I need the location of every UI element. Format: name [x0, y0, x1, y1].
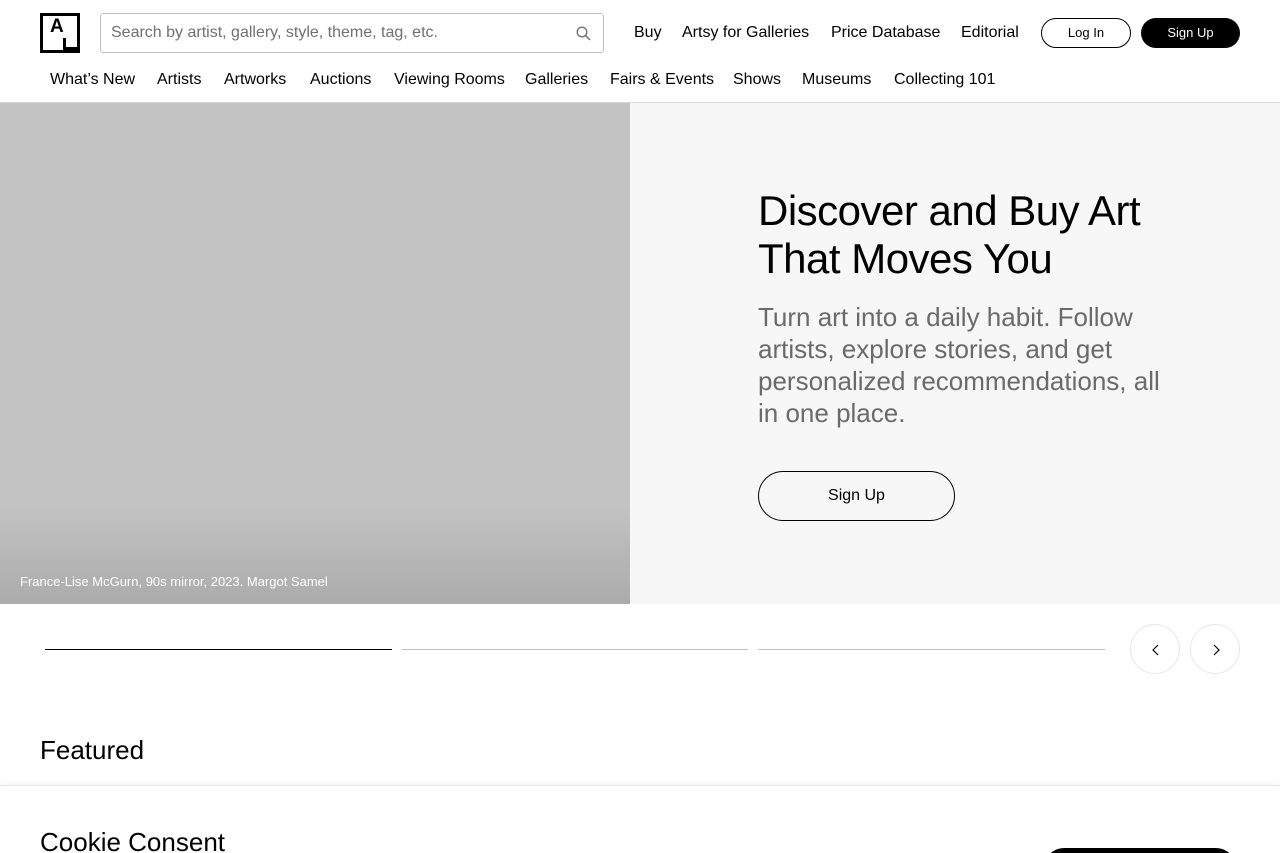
carousel-progress-2[interactable]: [402, 649, 748, 650]
subnav-artworks[interactable]: Artworks: [224, 69, 286, 91]
subnav-viewing-rooms[interactable]: Viewing Rooms: [394, 69, 505, 91]
nav-artsy-for-galleries[interactable]: Artsy for Galleries: [682, 22, 809, 44]
carousel-progress-3[interactable]: [758, 649, 1105, 650]
carousel-progress-1[interactable]: [45, 649, 392, 650]
subnav-whats-new[interactable]: What’s New: [50, 69, 135, 91]
logo-mark-horizontal: [63, 47, 77, 50]
subnav-museums[interactable]: Museums: [802, 69, 871, 91]
cookie-accept-button[interactable]: [1044, 848, 1236, 853]
search-input[interactable]: [111, 14, 561, 52]
featured-heading: Featured: [40, 735, 145, 765]
cookie-consent-banner: Cookie Consent: [0, 785, 1280, 853]
subnav-shows[interactable]: Shows: [733, 69, 781, 91]
carousel-prev-button[interactable]: [1130, 624, 1180, 674]
nav-editorial[interactable]: Editorial: [961, 22, 1019, 44]
chevron-left-icon: [1152, 644, 1159, 656]
hero-text-panel: Discover and Buy Art That Moves You Turn…: [630, 103, 1280, 604]
subnav-collecting-101[interactable]: Collecting 101: [894, 69, 995, 91]
login-button[interactable]: Log In: [1041, 18, 1131, 48]
carousel-next-button[interactable]: [1190, 624, 1240, 674]
search-bar[interactable]: [100, 13, 604, 53]
cookie-consent-title: Cookie Consent: [40, 827, 225, 853]
hero-artwork-image[interactable]: France-Lise McGurn, 90s mirror, 2023. Ma…: [0, 103, 630, 604]
search-icon[interactable]: [575, 25, 593, 43]
hero-title: Discover and Buy Art That Moves You: [758, 187, 1141, 282]
nav-price-database[interactable]: Price Database: [831, 22, 940, 44]
subnav-galleries[interactable]: Galleries: [525, 69, 588, 91]
hero-image-shade: [0, 504, 630, 604]
hero-subtitle: Turn art into a daily habit. Follow arti…: [758, 302, 1160, 428]
artsy-logo[interactable]: A: [40, 13, 80, 53]
hero-image-caption: France-Lise McGurn, 90s mirror, 2023. Ma…: [20, 574, 328, 589]
signup-button[interactable]: Sign Up: [1141, 18, 1240, 48]
nav-buy[interactable]: Buy: [634, 22, 662, 44]
subnav-auctions[interactable]: Auctions: [310, 69, 371, 91]
hero-signup-button[interactable]: Sign Up: [758, 471, 955, 521]
subnav-artists[interactable]: Artists: [157, 69, 201, 91]
logo-letter: A: [50, 16, 64, 37]
subnav-fairs-events[interactable]: Fairs & Events: [610, 69, 714, 91]
chevron-right-icon: [1213, 644, 1220, 656]
